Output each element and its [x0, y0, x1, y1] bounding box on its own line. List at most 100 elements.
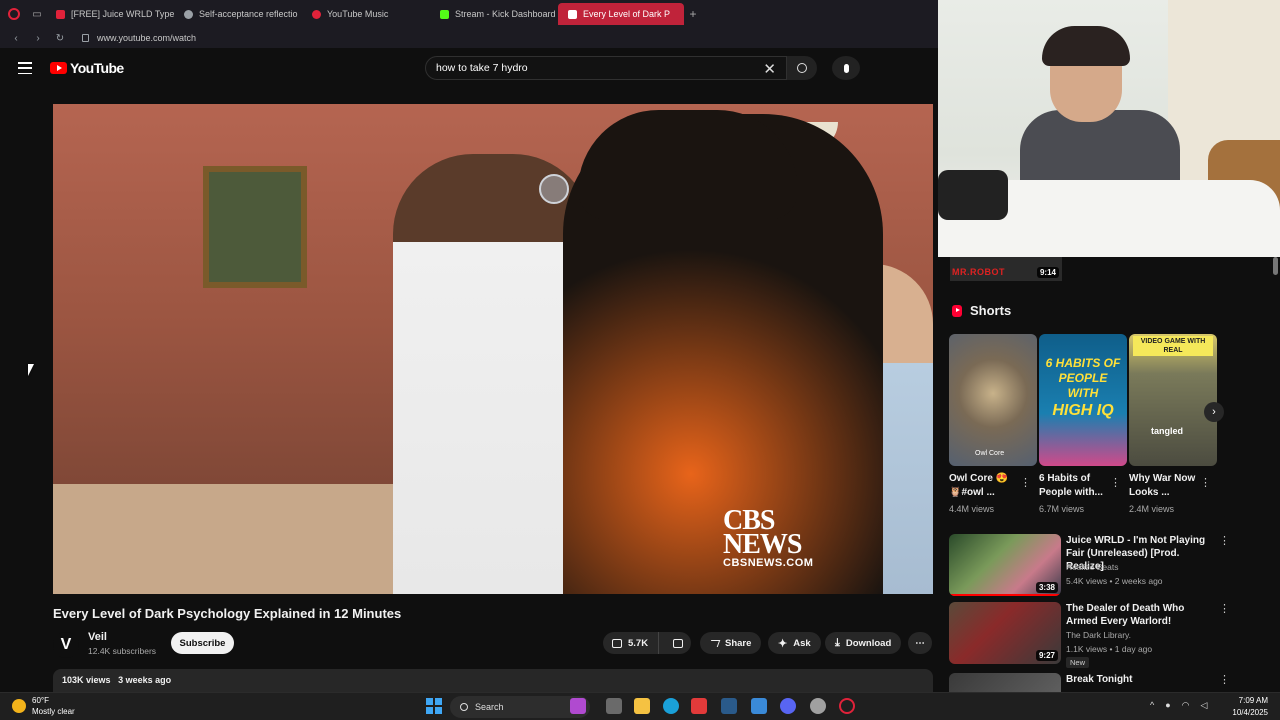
- ask-button[interactable]: ✦ Ask: [768, 632, 821, 654]
- taskbar-app-icon[interactable]: [691, 698, 707, 714]
- more-actions-button[interactable]: ⋯: [908, 632, 932, 654]
- youtube-logo[interactable]: YouTube: [50, 60, 124, 76]
- tab-youtube-music[interactable]: YouTube Music: [302, 3, 430, 25]
- volume-icon[interactable]: ◁: [1201, 700, 1208, 711]
- youtube-play-icon: [50, 62, 67, 74]
- description-box[interactable]: 103K views 3 weeks ago: [53, 669, 933, 693]
- channel-name[interactable]: Realize Beats: [1066, 562, 1118, 572]
- taskbar-clock[interactable]: 7:09 AM 10/4/2025: [1228, 695, 1268, 719]
- video-thumbnail[interactable]: 3:38: [949, 534, 1061, 596]
- windows-taskbar: 60°F Mostly clear Search ^ ● ◠ ◁ 7:09 AM…: [0, 692, 1280, 720]
- shorts-title: Shorts: [970, 303, 1012, 318]
- dislike-button[interactable]: [665, 632, 691, 654]
- video-thumbnail[interactable]: 9:27: [949, 602, 1061, 664]
- forward-icon[interactable]: ›: [32, 33, 44, 44]
- taskbar-search[interactable]: Search: [450, 696, 590, 718]
- reload-icon[interactable]: ↻: [54, 33, 66, 44]
- video-title: Every Level of Dark Psychology Explained…: [53, 606, 402, 621]
- short-thumbnail[interactable]: 6 HABITS OF PEOPLE WITH HIGH IQ: [1039, 334, 1127, 466]
- shorts-header: Shorts: [952, 303, 1011, 318]
- kebab-menu-icon[interactable]: ⋮: [1200, 476, 1211, 489]
- thumbnail-text: MR.ROBOT: [952, 267, 1005, 277]
- speaker-icon[interactable]: [568, 9, 577, 19]
- new-tab-button[interactable]: +: [684, 7, 702, 21]
- url-text: www.youtube.com/watch: [97, 33, 197, 43]
- upload-age: 3 weeks ago: [118, 675, 172, 685]
- tab-label: YouTube Music: [327, 9, 389, 19]
- kick-favicon-icon: [440, 9, 449, 19]
- short-thumbnail[interactable]: Owl Core: [949, 334, 1037, 466]
- like-button[interactable]: 5.7K: [603, 632, 660, 654]
- short-item[interactable]: 6 HABITS OF PEOPLE WITH HIGH IQ 6 Habits…: [1039, 334, 1127, 514]
- channel-avatar[interactable]: V: [53, 632, 79, 658]
- task-view-icon[interactable]: [606, 698, 622, 714]
- download-button[interactable]: ⤓ Download: [825, 632, 902, 654]
- menu-icon[interactable]: [18, 62, 32, 74]
- short-title[interactable]: Why War Now Looks ...: [1129, 472, 1201, 500]
- short-title[interactable]: Owl Core 😍 🦉#owl ...: [949, 472, 1021, 500]
- voice-search-button[interactable]: [832, 56, 860, 80]
- short-title[interactable]: 6 Habits of People with...: [1039, 472, 1111, 500]
- weather-icon: [12, 699, 26, 713]
- video-title[interactable]: Break Tonight: [1066, 673, 1216, 686]
- microphone-tray-icon[interactable]: ●: [1165, 700, 1170, 711]
- video-player[interactable]: CBS NEWS CBSNEWS.COM: [53, 104, 933, 594]
- short-item[interactable]: Owl Core Owl Core 😍 🦉#owl ... 4.4M views…: [949, 334, 1037, 514]
- opera-gx-icon[interactable]: [839, 698, 855, 714]
- ask-label: Ask: [793, 637, 811, 649]
- previous-video-thumbnail[interactable]: MR.ROBOT 9:14: [950, 257, 1062, 281]
- search-button[interactable]: [787, 56, 817, 80]
- short-views: 6.7M views: [1039, 504, 1085, 514]
- settings-icon[interactable]: [810, 698, 826, 714]
- video-thumbnail[interactable]: [949, 673, 1061, 692]
- wifi-icon[interactable]: ◠: [1182, 700, 1190, 711]
- opera-logo-icon[interactable]: [0, 0, 28, 28]
- kebab-menu-icon[interactable]: ⋮: [1020, 476, 1031, 489]
- share-button[interactable]: Share: [700, 632, 762, 654]
- shorts-next-icon[interactable]: ›: [1204, 402, 1224, 422]
- workspaces-icon[interactable]: ▭: [28, 0, 46, 28]
- tab-self-acceptance[interactable]: Self-acceptance reflectio: [174, 3, 302, 25]
- tab-juice-wrld[interactable]: [FREE] Juice WRLD Type: [46, 3, 174, 25]
- sparkle-icon: ✦: [778, 637, 788, 650]
- webcam-person-hair: [1042, 26, 1130, 66]
- recommended-video[interactable]: Break Tonight ⋮: [949, 673, 1239, 692]
- url-field[interactable]: www.youtube.com/watch: [76, 33, 196, 43]
- weather-widget[interactable]: 60°F Mostly clear: [12, 695, 75, 717]
- cbs-news-watermark: CBS NEWS CBSNEWS.COM: [723, 507, 813, 570]
- discord-icon[interactable]: [780, 698, 796, 714]
- sidebar-scrollbar[interactable]: [1273, 257, 1278, 275]
- kebab-menu-icon[interactable]: ⋮: [1219, 602, 1230, 615]
- copilot-icon[interactable]: [570, 698, 586, 714]
- kebab-menu-icon[interactable]: ⋮: [1110, 476, 1121, 489]
- tray-chevron-icon[interactable]: ^: [1150, 700, 1154, 711]
- taskbar-search-label: Search: [475, 702, 504, 712]
- clear-search-icon[interactable]: ✕: [763, 60, 776, 78]
- file-explorer-icon[interactable]: [634, 698, 650, 714]
- edge-icon[interactable]: [663, 698, 679, 714]
- recommended-video[interactable]: 3:38 Juice WRLD - I'm Not Playing Fair (…: [949, 534, 1239, 596]
- tab-kick-dashboard[interactable]: Stream - Kick Dashboard: [430, 3, 558, 25]
- windows-start-icon[interactable]: [426, 698, 442, 714]
- watermark-news: NEWS: [723, 529, 802, 560]
- channel-name[interactable]: The Dark Library.: [1066, 630, 1131, 640]
- short-item[interactable]: VIDEO GAME WITH REAL tangled Why War Now…: [1129, 334, 1217, 514]
- search-input[interactable]: how to take 7 hydro ✕: [425, 56, 787, 80]
- tab-dark-psychology[interactable]: Every Level of Dark P: [558, 3, 684, 25]
- video-title[interactable]: The Dealer of Death Who Armed Every Warl…: [1066, 602, 1216, 628]
- channel-name[interactable]: Veil: [88, 631, 107, 643]
- thumbnail-text-top: VIDEO GAME WITH REAL: [1133, 336, 1213, 356]
- back-icon[interactable]: ‹: [10, 33, 22, 44]
- steam-icon[interactable]: [721, 698, 737, 714]
- kebab-menu-icon[interactable]: ⋮: [1219, 534, 1230, 547]
- duration-badge: 9:14: [1036, 267, 1059, 278]
- clock-date: 10/4/2025: [1232, 708, 1268, 717]
- new-badge: New: [1066, 657, 1090, 668]
- subscribe-button[interactable]: Subscribe: [171, 632, 234, 654]
- microphone-icon: [843, 63, 849, 73]
- duration-badge: 3:38: [1035, 582, 1058, 593]
- short-thumbnail[interactable]: VIDEO GAME WITH REAL tangled: [1129, 334, 1217, 466]
- recommended-video[interactable]: 9:27 The Dealer of Death Who Armed Every…: [949, 602, 1239, 668]
- notepad-icon[interactable]: [751, 698, 767, 714]
- kebab-menu-icon[interactable]: ⋮: [1219, 673, 1230, 686]
